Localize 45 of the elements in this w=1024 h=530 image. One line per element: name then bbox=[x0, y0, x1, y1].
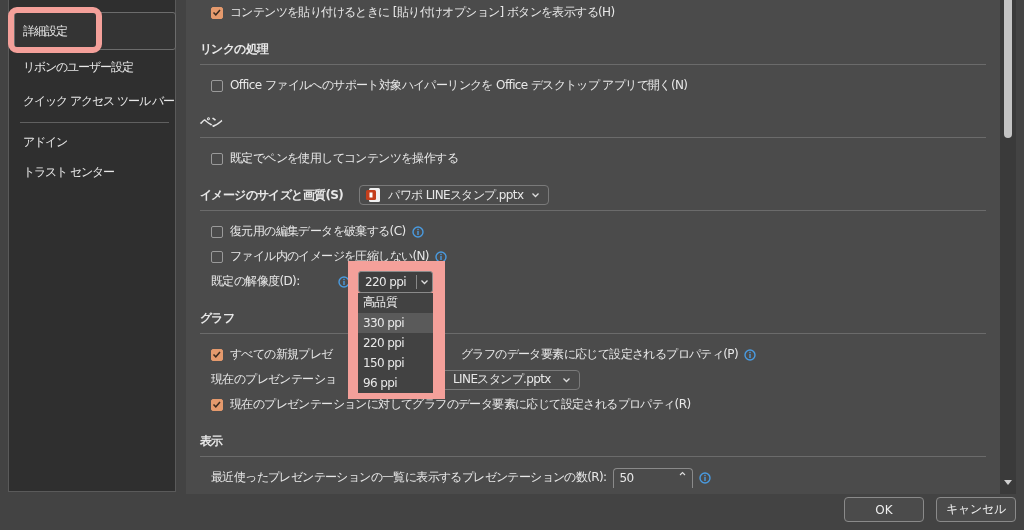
resolution-select[interactable]: 220 ppi bbox=[358, 270, 433, 293]
field-label: 現在のプレゼンテーショ bbox=[211, 371, 337, 388]
sidebar-item[interactable]: クイック アクセス ツール バー bbox=[14, 84, 176, 118]
section-heading: イメージのサイズと画質(S) bbox=[200, 186, 344, 204]
scroll-down-icon bbox=[1003, 478, 1013, 486]
dropdown-option[interactable]: 220 ppi bbox=[358, 332, 433, 353]
sidebar-item[interactable]: アドイン bbox=[14, 127, 176, 157]
chevron-down-icon bbox=[420, 277, 429, 286]
scrollbar-thumb[interactable] bbox=[1004, 0, 1012, 138]
checkbox[interactable] bbox=[211, 79, 223, 92]
chevron-down-icon bbox=[562, 375, 571, 384]
checkbox[interactable] bbox=[211, 225, 223, 238]
sidebar-item[interactable]: 詳細設定 bbox=[14, 12, 176, 50]
number-field[interactable]: 50 bbox=[612, 467, 693, 488]
dialog-button[interactable]: キャンセル bbox=[936, 497, 1016, 522]
checkbox-label: 復元用の編集データを破棄する(C) bbox=[230, 223, 406, 240]
checkbox[interactable] bbox=[211, 348, 223, 361]
section-heading: グラフ bbox=[200, 309, 235, 327]
checkbox-label: コンテンツを貼り付けるときに [貼り付けオプション] ボタンを表示する(H) bbox=[230, 4, 615, 21]
file-dropdown[interactable]: パワポ LINEスタンプ.pptx bbox=[359, 185, 550, 205]
dialog-button[interactable]: OK bbox=[844, 497, 924, 522]
field-label: 既定の解像度(D): bbox=[211, 273, 301, 290]
presentation-file-icon bbox=[366, 187, 381, 203]
checkbox[interactable] bbox=[211, 398, 223, 411]
checkbox-label: Office ファイルへのサポート対象ハイパーリンクを Office デスクトップ アプリで開く(N) bbox=[230, 77, 688, 94]
chevron-down-icon bbox=[531, 191, 541, 199]
option-group-label: 高品質 bbox=[362, 294, 399, 311]
field-label: 最近使ったプレゼンテーションの一覧に表示するプレゼンテーションの数(R): bbox=[211, 469, 607, 486]
section-heading: リンクの処理 bbox=[200, 40, 269, 58]
checkbox[interactable] bbox=[211, 6, 223, 19]
sidebar-item[interactable]: リボンのユーザー設定 bbox=[14, 50, 176, 84]
spin-up-icon bbox=[678, 470, 686, 476]
checkbox-label: 現在のプレゼンテーションに対してグラフのデータ要素に応じて設定されるプロパティ(R) bbox=[230, 396, 691, 413]
section-heading: ペン bbox=[200, 113, 223, 131]
checkbox[interactable] bbox=[211, 250, 223, 263]
check-icon bbox=[212, 350, 222, 359]
checkbox-label: 既定でペンを使用してコンテンツを操作する bbox=[230, 150, 458, 167]
check-icon bbox=[212, 400, 222, 409]
sidebar-item[interactable]: トラスト センター bbox=[14, 157, 176, 187]
section-heading: 表示 bbox=[200, 432, 223, 450]
checkbox[interactable] bbox=[211, 152, 223, 165]
checkbox-label: グラフのデータ要素に応じて設定されるプロパティ(P) bbox=[461, 346, 738, 363]
check-icon bbox=[212, 8, 222, 17]
dropdown-option[interactable]: 330 ppi bbox=[358, 312, 433, 333]
checkbox-label: すべての新規プレゼ bbox=[230, 346, 333, 363]
